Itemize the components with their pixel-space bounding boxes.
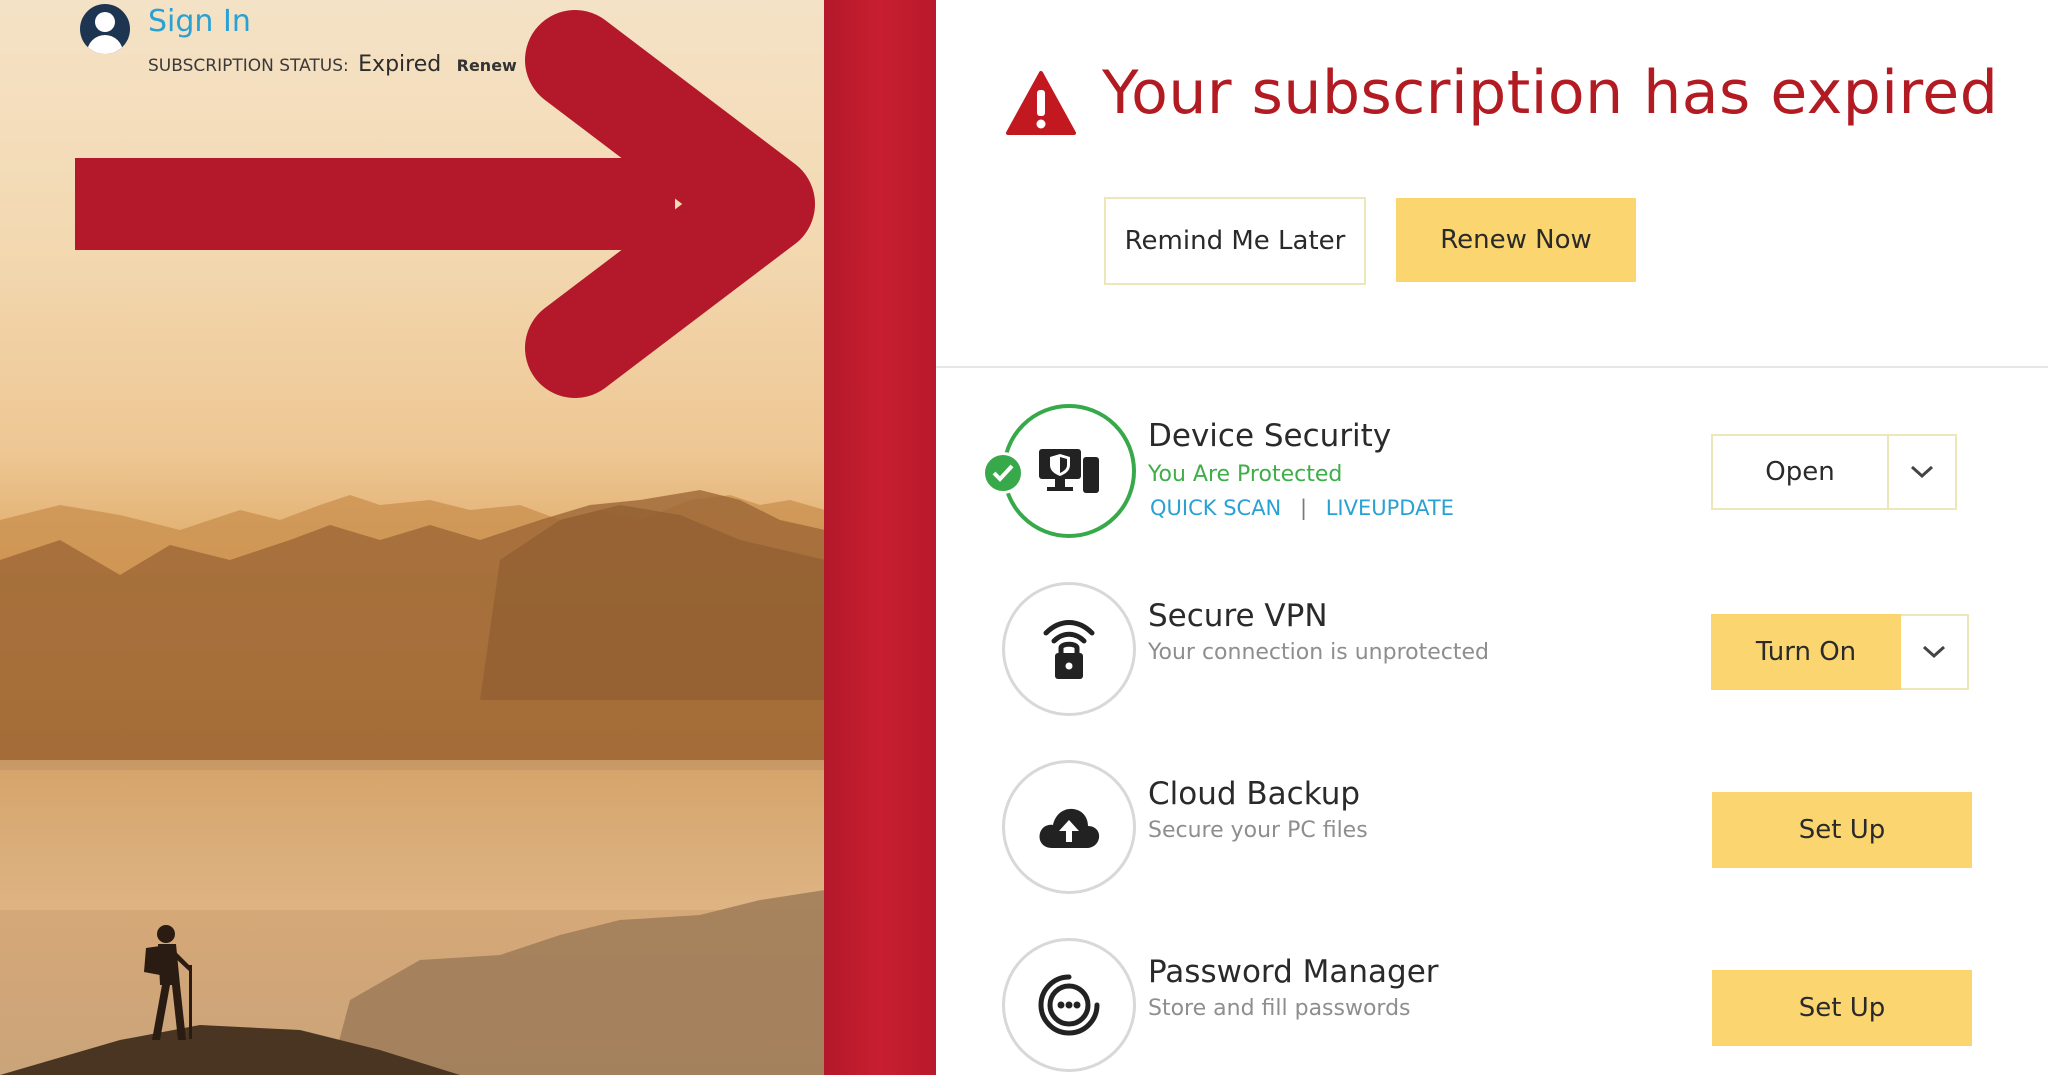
cloud-upload-icon [1039,808,1100,848]
feature-row-cloud-backup: Cloud Backup Secure your PC files Set Up [936,760,2048,910]
chevron-down-icon[interactable] [1889,436,1955,508]
device-security-title: Device Security [1148,418,1392,454]
password-manager-title: Password Manager [1148,954,1439,990]
arrow-right-icon [75,10,815,398]
password-manager-circle[interactable] [1002,938,1136,1072]
wifi-lock-icon [1043,620,1095,679]
secure-vpn-action: Turn On [1711,614,1969,690]
open-button[interactable]: Open [1713,436,1889,508]
warning-icon [1006,71,1076,135]
feature-row-password-manager: Password Manager Store and fill password… [936,938,2048,1088]
link-separator: | [1299,496,1308,520]
password-vault-icon [1038,974,1100,1036]
device-security-status: You Are Protected [1148,462,1343,487]
feature-row-secure-vpn: Secure VPN Your connection is unprotecte… [936,582,2048,732]
turn-on-button[interactable]: Turn On [1711,614,1901,690]
main-panel: Your subscription has expired Remind Me … [936,0,2048,1075]
chevron-down-icon[interactable] [1901,614,1969,690]
renew-now-button[interactable]: Renew Now [1396,198,1636,282]
cloud-backup-circle[interactable] [1002,760,1136,894]
remind-me-later-button[interactable]: Remind Me Later [1104,197,1366,285]
subscription-expired-title: Your subscription has expired [1102,58,1999,128]
device-security-action: Open [1711,434,1957,510]
cloud-backup-status: Secure your PC files [1148,818,1368,843]
protected-check-icon [982,452,1024,494]
cloud-backup-title: Cloud Backup [1148,776,1361,812]
password-manager-status: Store and fill passwords [1148,996,1411,1021]
password-manager-set-up-button[interactable]: Set Up [1712,970,1972,1046]
cloud-backup-set-up-button[interactable]: Set Up [1712,792,1972,868]
secure-vpn-title: Secure VPN [1148,598,1328,634]
red-accent-band [824,0,936,1075]
device-security-links: QUICK SCAN | LIVEUPDATE [1150,496,1454,520]
divider [936,366,2048,368]
device-shield-icon [1039,449,1099,493]
secure-vpn-status: Your connection is unprotected [1148,640,1489,665]
liveupdate-link[interactable]: LIVEUPDATE [1326,496,1454,520]
secure-vpn-circle[interactable] [1002,582,1136,716]
feature-row-device-security: Device Security You Are Protected QUICK … [936,404,2048,554]
quick-scan-link[interactable]: QUICK SCAN [1150,496,1281,520]
